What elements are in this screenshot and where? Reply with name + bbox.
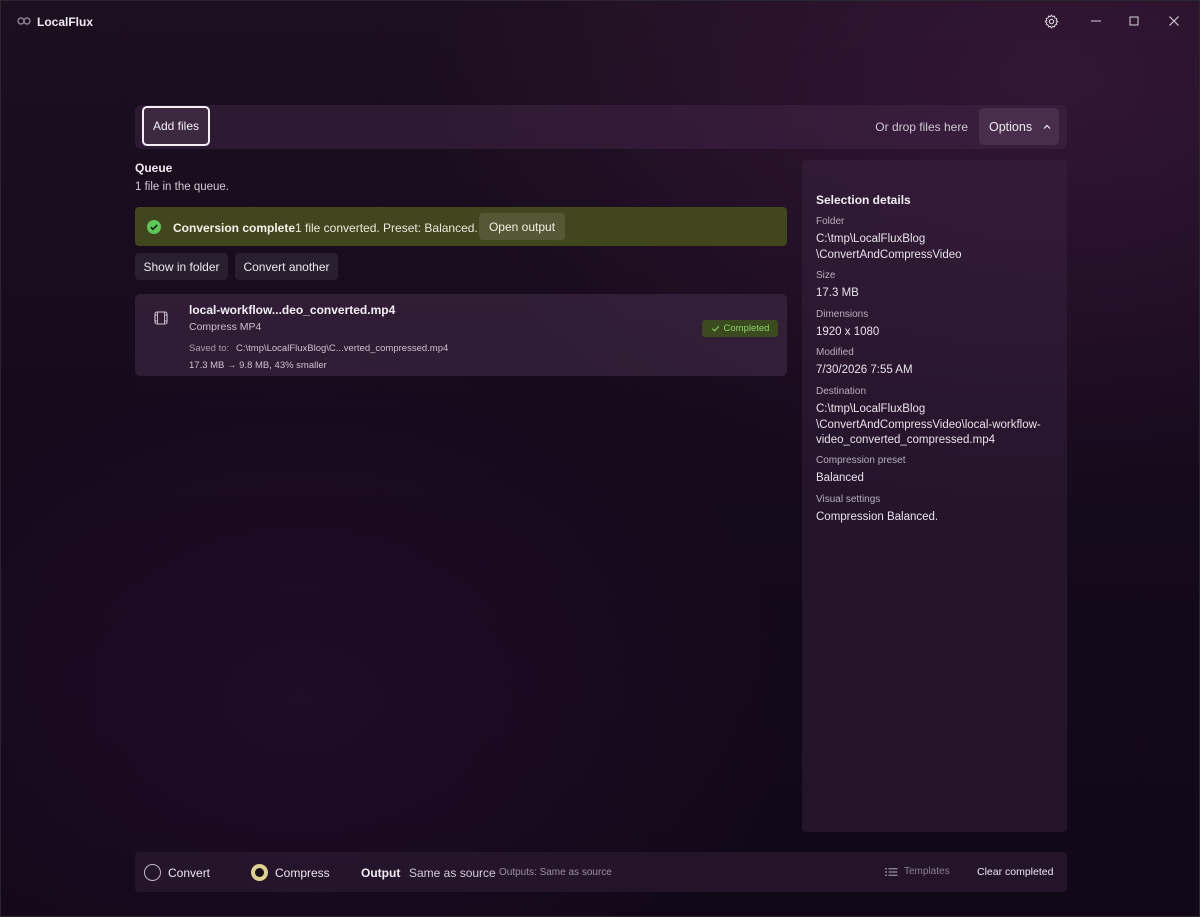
minimize-icon bbox=[1091, 20, 1101, 22]
destination-value-line: C:\tmp\LocalFluxBlog bbox=[816, 403, 926, 415]
output-value[interactable]: Same as source bbox=[409, 866, 496, 880]
modified-value: 7/30/2026 7:55 AM bbox=[816, 364, 913, 376]
details-title: Selection details bbox=[816, 193, 911, 207]
open-output-button[interactable]: Open output bbox=[479, 213, 565, 240]
close-window-button[interactable] bbox=[1161, 9, 1187, 33]
size-info: 17.3 MB → 9.8 MB, 43% smaller bbox=[189, 360, 327, 371]
maximize-button[interactable] bbox=[1121, 9, 1147, 33]
saved-path: C:\tmp\LocalFluxBlog\C...verted_compress… bbox=[236, 343, 449, 354]
app-window: LocalFlux Add files Or drop files here O… bbox=[0, 0, 1200, 917]
preset-value: Balanced bbox=[816, 472, 864, 484]
banner-message: 1 file converted. Preset: Balanced. bbox=[295, 221, 478, 235]
conversion-complete-banner: Conversion complete 1 file converted. Pr… bbox=[135, 207, 787, 246]
drop-zone-bar[interactable]: Add files Or drop files here Options bbox=[135, 105, 1067, 149]
folder-value: C:\tmp\LocalFluxBlog \ConvertAndCompress… bbox=[816, 232, 1056, 263]
close-icon bbox=[1169, 16, 1179, 26]
options-label: Options bbox=[989, 119, 1033, 134]
queue-file-item[interactable]: local-workflow...deo_converted.mp4 Compr… bbox=[135, 294, 787, 376]
title-bar: LocalFlux bbox=[1, 1, 1199, 41]
bottom-bar: Convert Compress Output Same as source O… bbox=[135, 852, 1067, 892]
modified-label: Modified bbox=[816, 347, 854, 358]
app-title: LocalFlux bbox=[37, 15, 94, 29]
folder-value-line: C:\tmp\LocalFluxBlog bbox=[816, 233, 926, 245]
dimensions-label: Dimensions bbox=[816, 309, 869, 320]
compress-label[interactable]: Compress bbox=[275, 866, 330, 880]
visual-settings-value: Compression Balanced. bbox=[816, 511, 939, 523]
queue-count: 1 file in the queue. bbox=[135, 181, 229, 193]
video-file-icon bbox=[154, 311, 168, 325]
status-badge: Completed bbox=[702, 320, 778, 337]
gear-icon bbox=[1043, 13, 1059, 29]
minimize-button[interactable] bbox=[1083, 9, 1109, 33]
destination-value: C:\tmp\LocalFluxBlog \ConvertAndCompress… bbox=[816, 402, 1056, 449]
convert-another-button[interactable]: Convert another bbox=[235, 253, 338, 280]
convert-radio[interactable] bbox=[144, 864, 161, 881]
queue-title: Queue bbox=[135, 161, 173, 175]
show-in-folder-button[interactable]: Show in folder bbox=[135, 253, 228, 280]
destination-value-line: video_converted_compressed.mp4 bbox=[816, 434, 995, 446]
list-icon bbox=[885, 867, 898, 876]
selection-details-panel: Selection details Folder C:\tmp\LocalFlu… bbox=[802, 160, 1067, 832]
dimensions-value: 1920 x 1080 bbox=[816, 326, 880, 338]
folder-label: Folder bbox=[816, 216, 845, 227]
templates-button[interactable]: Templates bbox=[885, 866, 950, 877]
status-text: Completed bbox=[723, 323, 770, 334]
add-files-button[interactable]: Add files bbox=[142, 106, 210, 146]
file-name: local-workflow...deo_converted.mp4 bbox=[189, 303, 396, 317]
options-button[interactable]: Options bbox=[979, 108, 1059, 145]
success-check-icon bbox=[147, 220, 161, 234]
chevron-up-icon bbox=[1043, 124, 1051, 129]
visual-settings-label: Visual settings bbox=[816, 494, 881, 505]
check-icon bbox=[711, 325, 719, 332]
saved-to-label: Saved to: bbox=[189, 343, 230, 354]
size-label: Size bbox=[816, 270, 836, 281]
app-logo-icon bbox=[17, 17, 31, 25]
destination-value-line: \ConvertAndCompressVideo\local-workflow- bbox=[816, 418, 1041, 431]
outputs-info: Outputs: Same as source bbox=[499, 867, 612, 878]
convert-label[interactable]: Convert bbox=[168, 866, 210, 880]
folder-value-line: \ConvertAndCompressVideo bbox=[816, 248, 962, 261]
clear-completed-button[interactable]: Clear completed bbox=[977, 866, 1053, 878]
destination-label: Destination bbox=[816, 386, 867, 397]
output-label: Output bbox=[361, 866, 401, 880]
file-operation: Compress MP4 bbox=[189, 321, 262, 333]
maximize-icon bbox=[1129, 16, 1139, 26]
compress-radio[interactable] bbox=[251, 864, 268, 881]
size-value: 17.3 MB bbox=[816, 287, 859, 299]
banner-title: Conversion complete bbox=[173, 221, 296, 235]
templates-label: Templates bbox=[904, 866, 950, 877]
preset-label: Compression preset bbox=[816, 455, 906, 466]
settings-button[interactable] bbox=[1038, 9, 1064, 33]
drop-hint: Or drop files here bbox=[875, 120, 968, 134]
